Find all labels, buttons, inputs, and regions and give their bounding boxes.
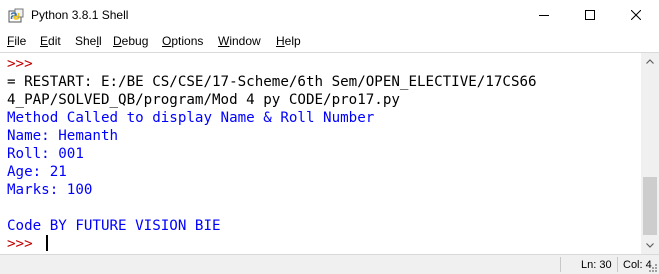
minimize-button[interactable] bbox=[521, 0, 567, 30]
menu-edit[interactable]: Edit bbox=[40, 33, 61, 49]
output-line: Method Called to display Name & Roll Num… bbox=[7, 110, 375, 126]
output-line: Roll: 001 bbox=[7, 146, 84, 162]
title-bar[interactable]: Python 3.8.1 Shell bbox=[0, 0, 659, 31]
minimize-icon bbox=[539, 15, 549, 16]
restart-line: = RESTART: E:/BE CS/CSE/17-Scheme/6th Se… bbox=[7, 74, 537, 90]
menu-shell-label: l bbox=[99, 34, 102, 48]
text-cursor bbox=[46, 235, 48, 251]
close-icon bbox=[631, 10, 641, 20]
shell-prompt-line: >>> bbox=[7, 56, 33, 72]
output-line: Code BY FUTURE VISION BIE bbox=[7, 218, 221, 234]
shell-prompt-line[interactable]: >>> bbox=[7, 235, 41, 253]
menu-window[interactable]: Window bbox=[218, 33, 261, 49]
status-bar: Ln: 30 Col: 4 bbox=[0, 254, 659, 274]
menu-options-mnemonic: O bbox=[162, 34, 172, 48]
chevron-down-icon bbox=[646, 243, 654, 248]
menu-options-label: ptions bbox=[171, 34, 204, 48]
restart-line-continued: 4_PAP/SOLVED_QB/program/Mod 4 py CODE/pr… bbox=[7, 92, 400, 108]
idle-shell-window: Python 3.8.1 Shell File Edit Shell Debug… bbox=[0, 0, 659, 274]
menu-debug[interactable]: Debug bbox=[113, 33, 148, 49]
menu-options[interactable]: Options bbox=[162, 33, 203, 49]
status-divider bbox=[617, 257, 618, 272]
menu-shell[interactable]: Shell bbox=[75, 33, 102, 49]
window-title: Python 3.8.1 Shell bbox=[31, 8, 129, 22]
scrollbar-thumb[interactable] bbox=[643, 177, 657, 235]
shell-text-area[interactable]: >>> = RESTART: E:/BE CS/CSE/17-Scheme/6t… bbox=[0, 53, 641, 254]
resize-grip-icon[interactable] bbox=[647, 262, 657, 272]
scroll-down-button[interactable] bbox=[641, 237, 659, 254]
menu-edit-label: dit bbox=[48, 34, 61, 48]
close-button[interactable] bbox=[613, 0, 659, 30]
status-line-number: Ln: 30 bbox=[581, 259, 612, 271]
maximize-button[interactable] bbox=[567, 0, 613, 30]
output-line: Name: Hemanth bbox=[7, 128, 119, 144]
menu-debug-label: ebug bbox=[121, 34, 149, 48]
output-line: Age: 21 bbox=[7, 164, 67, 180]
maximize-icon bbox=[585, 10, 595, 20]
menu-shell-prefix: She bbox=[75, 34, 97, 48]
menu-window-label: indow bbox=[229, 34, 261, 48]
menu-help-label: elp bbox=[284, 34, 301, 48]
menu-file[interactable]: File bbox=[7, 33, 26, 49]
menu-help[interactable]: Help bbox=[276, 33, 301, 49]
python-icon bbox=[8, 8, 24, 23]
menu-bar: File Edit Shell Debug Options Window Hel… bbox=[0, 31, 659, 51]
vertical-scrollbar[interactable] bbox=[641, 53, 659, 254]
chevron-up-icon bbox=[646, 59, 654, 64]
menu-debug-mnemonic: D bbox=[113, 34, 122, 48]
menu-window-mnemonic: W bbox=[218, 34, 230, 48]
scroll-up-button[interactable] bbox=[641, 53, 659, 70]
output-line: Marks: 100 bbox=[7, 182, 93, 198]
status-divider bbox=[560, 257, 561, 272]
menu-help-mnemonic: H bbox=[276, 34, 285, 48]
menu-edit-mnemonic: E bbox=[40, 34, 49, 48]
menu-file-label: ile bbox=[14, 34, 27, 48]
